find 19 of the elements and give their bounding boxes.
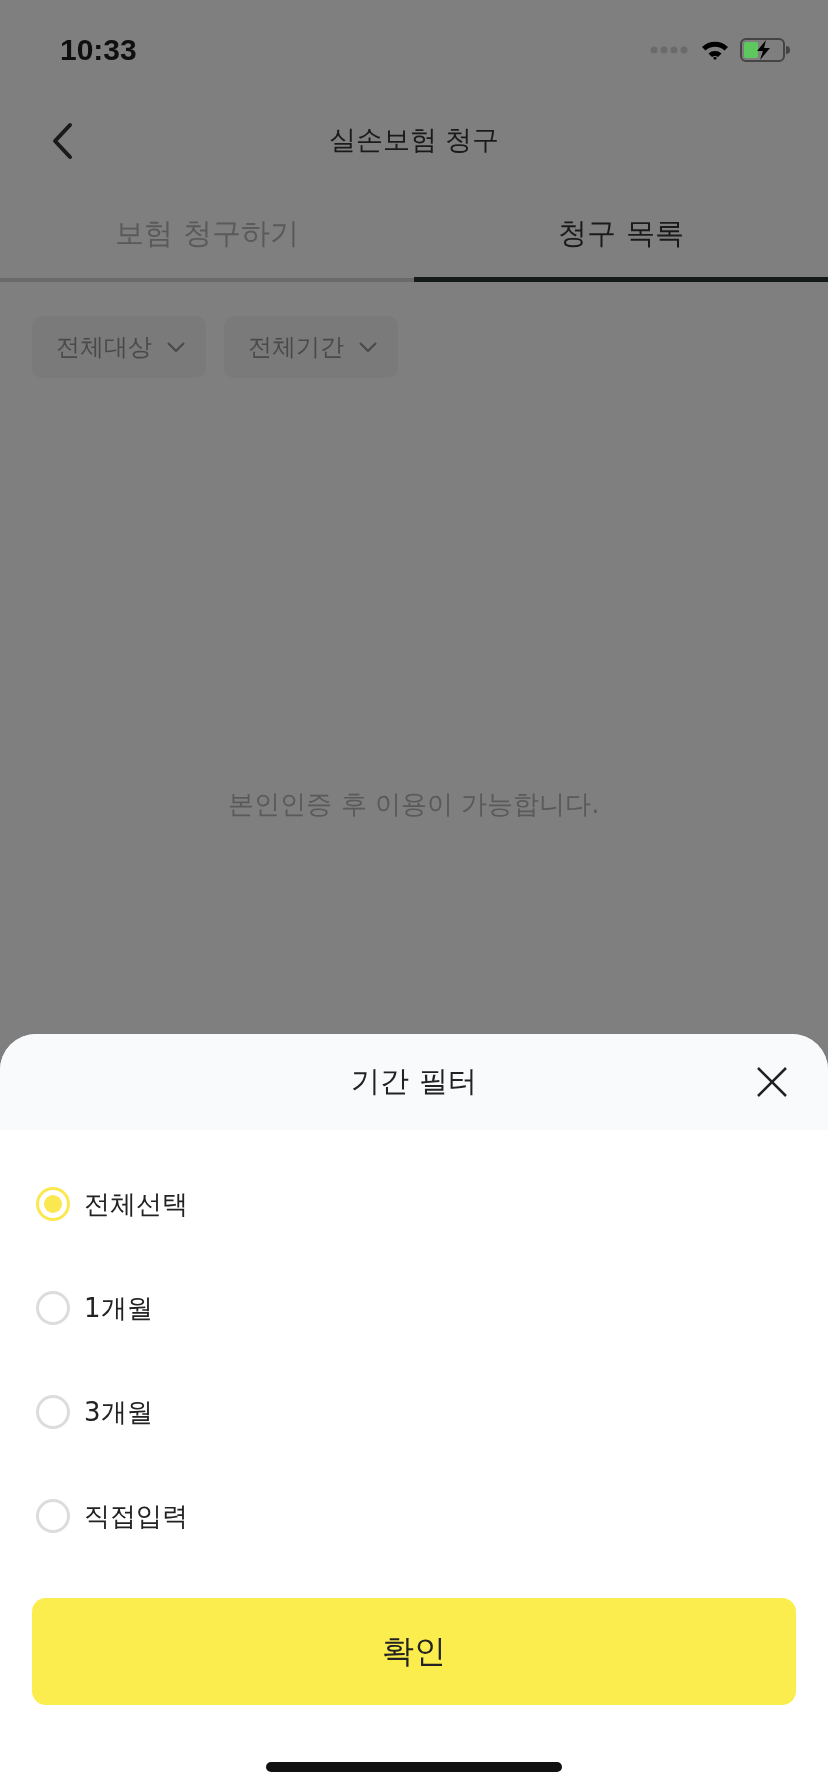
chevron-down-icon: [166, 341, 186, 353]
chevron-down-icon: [358, 341, 378, 353]
close-icon[interactable]: [756, 1066, 788, 1098]
option-label: 전체선택: [84, 1187, 188, 1221]
option-label: 1개월: [84, 1291, 153, 1325]
option-label: 직접입력: [84, 1499, 188, 1533]
radio-option[interactable]: 전체선택: [0, 1152, 828, 1256]
option-label: 3개월: [84, 1395, 153, 1429]
status-time: 10:33: [60, 33, 137, 67]
radio-option[interactable]: 직접입력: [0, 1464, 828, 1568]
radio-option[interactable]: 1개월: [0, 1256, 828, 1360]
battery-icon: [740, 38, 790, 62]
sheet-title: 기간 필터: [351, 1063, 477, 1100]
confirm-button[interactable]: 확인: [32, 1598, 796, 1705]
tab[interactable]: 청구 목록: [414, 190, 828, 282]
back-icon[interactable]: [50, 122, 74, 160]
radio-option[interactable]: 3개월: [0, 1360, 828, 1464]
wifi-icon: [700, 39, 730, 61]
screen-title: 실손보험 청구: [328, 123, 500, 157]
